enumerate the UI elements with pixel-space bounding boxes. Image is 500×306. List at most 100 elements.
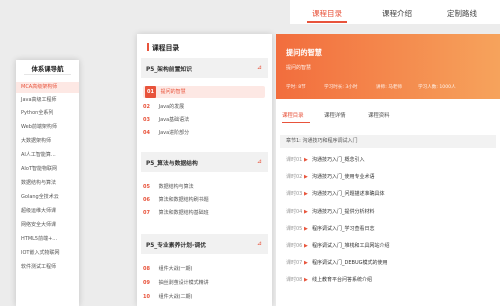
sidebar-item-bigdata[interactable]: 大数据架构师 [16, 136, 79, 147]
lesson-title: 沟通技巧入门_问题描述准确具体 [312, 191, 385, 197]
lesson-title: 程序调试入门_学习查看日志 [312, 226, 375, 232]
section-header[interactable]: 章节1: 沟通技巧和程序调试入门 [280, 135, 496, 148]
lesson-item[interactable]: 01 提问的智慧 [143, 86, 265, 98]
lesson-item[interactable]: 07 算法和数据结构基础班 [143, 207, 265, 219]
sidebar-item-web[interactable]: Web前端架构师 [16, 122, 79, 133]
tab-custom-route[interactable]: 定制路线 [447, 8, 477, 19]
lesson-name: 组件大战(二期) [158, 294, 193, 300]
chapter-header[interactable]: P5_架构前置知识 ⊿ [141, 58, 268, 78]
lesson-name: Java的发展 [158, 104, 185, 110]
lesson-item[interactable]: 10 组件大战(二期) [143, 291, 265, 303]
play-icon: ▶ [304, 243, 308, 249]
lesson-row[interactable]: 课时04 ▶ 沟通技巧入门_提供分析材料 [286, 206, 496, 218]
chart-trend-icon: ⊿ [256, 158, 262, 165]
lesson-name: 提问的智慧 [160, 89, 186, 95]
play-icon: ▶ [304, 260, 308, 266]
lesson-label: 课时06 [286, 243, 303, 249]
lesson-number: 07 [143, 210, 150, 216]
chapter-header[interactable]: P5_算法与数据结构 ⊿ [141, 152, 268, 172]
lesson-item[interactable]: 04 Java进阶部分 [143, 127, 265, 139]
lesson-row[interactable]: 课时01 ▶ 沟通技巧入门_概念引入 [286, 154, 496, 166]
lesson-name: Java基础语法 [158, 117, 190, 123]
sidebar-item-java[interactable]: Java高级工程师 [16, 95, 79, 106]
lesson-name: 组件大战(一期) [158, 266, 193, 272]
lesson-label: 课时08 [286, 277, 303, 283]
sidebar-item-html5[interactable]: HTML5前端+... [16, 234, 79, 245]
chapter-title: P5_专业素养计划-调优 [146, 243, 206, 249]
chart-trend-icon: ⊿ [256, 240, 262, 247]
play-icon: ▶ [304, 209, 308, 215]
course-subtitle: 提问的智慧 [286, 65, 312, 71]
sidebar-item-aiot[interactable]: AIoT智能物联网 [16, 164, 79, 175]
lesson-row[interactable]: 课时02 ▶ 沟通技巧入门_使用专业术语 [286, 171, 496, 183]
lesson-label: 课时04 [286, 209, 303, 215]
lesson-label: 课时03 [286, 191, 303, 197]
tab-course-catalog[interactable]: 课程目录 [312, 8, 342, 19]
lesson-number: 08 [143, 266, 150, 272]
chapter-title: P5_架构前置知识 [146, 67, 192, 73]
lesson-number: 03 [143, 117, 150, 123]
sidebar-item-golang[interactable]: Golang全技术云 [16, 192, 79, 203]
lesson-item[interactable]: 08 组件大战(一期) [143, 263, 265, 275]
lesson-item[interactable]: 09 抽丝剥茧设计模式精讲 [143, 277, 265, 289]
lesson-title: 程序调试入门_堆栈和工具网站介绍 [312, 243, 390, 249]
title-accent-bar [147, 43, 149, 51]
tab-course-intro[interactable]: 课程介绍 [382, 8, 412, 19]
sidebar-item-security[interactable]: 网络安全大师课 [16, 220, 79, 231]
chapter-title: P5_算法与数据结构 [146, 161, 198, 167]
lesson-title: 线上教育平台问答系统介绍 [312, 277, 373, 283]
play-icon: ▶ [304, 174, 308, 180]
chapter-header[interactable]: P5_专业素养计划-调优 ⊿ [141, 234, 268, 254]
active-tab-indicator [307, 21, 347, 23]
lesson-row[interactable]: 课时07 ▶ 程序调试入门_DEBUG模式的使用 [286, 257, 496, 269]
tab-materials[interactable]: 课程资料 [368, 111, 390, 122]
meta-duration: 学习时长: 3小时 [324, 85, 358, 90]
chart-trend-icon: ⊿ [256, 64, 262, 71]
sidebar-item-python[interactable]: Python全系列 [16, 108, 79, 119]
lesson-item[interactable]: 02 Java的发展 [143, 101, 265, 113]
play-icon: ▶ [304, 277, 308, 283]
lesson-row[interactable]: 课时08 ▶ 线上教育平台问答系统介绍 [286, 274, 496, 286]
play-icon: ▶ [304, 191, 308, 197]
lesson-title: 沟通技巧入门_使用专业术语 [312, 174, 375, 180]
lesson-row[interactable]: 课时05 ▶ 程序调试入门_学习查看日志 [286, 223, 496, 235]
tab-details[interactable]: 课程详情 [324, 111, 346, 122]
tab-indicator [282, 122, 310, 123]
tab-catalog[interactable]: 课程目录 [282, 111, 304, 122]
course-detail-panel: 提问的智慧 提问的智慧 学时: 8节 学习时长: 3小时 讲师: 马老师 学习人… [276, 34, 500, 306]
sidebar-item-ops[interactable]: 超级运维大师课 [16, 206, 79, 217]
divider [24, 74, 71, 75]
sidebar-item-mca[interactable]: MCA高级架构师 [16, 82, 79, 93]
play-icon: ▶ [304, 226, 308, 232]
lesson-item[interactable]: 03 Java基础语法 [143, 114, 265, 126]
lesson-label: 课时05 [286, 226, 303, 232]
lesson-name: Java进阶部分 [158, 130, 190, 136]
lesson-item[interactable]: 05 数据结构与算法 [143, 181, 265, 193]
lesson-number: 05 [143, 184, 150, 190]
lesson-name: 算法和数据结构基础班 [158, 210, 209, 216]
lesson-row[interactable]: 课时06 ▶ 程序调试入门_堆栈和工具网站介绍 [286, 240, 496, 252]
lesson-number: 10 [143, 294, 150, 300]
sidebar-item-algorithms[interactable]: 数据结构与算法 [16, 178, 79, 189]
sidebar-item-ai[interactable]: AI人工智能算... [16, 150, 79, 161]
meta-teacher: 讲师: 马老师 [376, 85, 402, 90]
system-course-sidebar: 体系课导航 MCA高级架构师 Java高级工程师 Python全系列 Web前端… [16, 60, 79, 306]
sidebar-item-testing[interactable]: 软件测试工程师 [16, 262, 79, 273]
lesson-label: 课时02 [286, 174, 303, 180]
lesson-number: 06 [143, 197, 150, 203]
meta-hours: 学时: 8节 [286, 85, 306, 90]
lesson-row[interactable]: 课时03 ▶ 沟通技巧入门_问题描述准确具体 [286, 188, 496, 200]
lesson-name: 数据结构与算法 [158, 184, 194, 190]
lesson-item[interactable]: 06 算法和数据结构刷书题 [143, 194, 265, 206]
lesson-number: 01 [145, 86, 156, 98]
course-hero-banner: 提问的智慧 提问的智慧 学时: 8节 学习时长: 3小时 讲师: 马老师 学习人… [276, 34, 500, 99]
lesson-number: 02 [143, 104, 150, 110]
sidebar-item-iot[interactable]: IOT嵌入式物联网 [16, 248, 79, 259]
lesson-title: 沟通技巧入门_概念引入 [312, 157, 365, 163]
lesson-title: 沟通技巧入门_提供分析材料 [312, 209, 375, 215]
lesson-name: 抽丝剥茧设计模式精讲 [158, 280, 209, 286]
course-catalog-panel: 课程目录 P5_架构前置知识 ⊿ 01 提问的智慧 02 Java的发展 03 … [137, 34, 272, 306]
lesson-label: 课时01 [286, 157, 303, 163]
play-icon: ▶ [304, 157, 308, 163]
catalog-title: 课程目录 [152, 44, 180, 52]
